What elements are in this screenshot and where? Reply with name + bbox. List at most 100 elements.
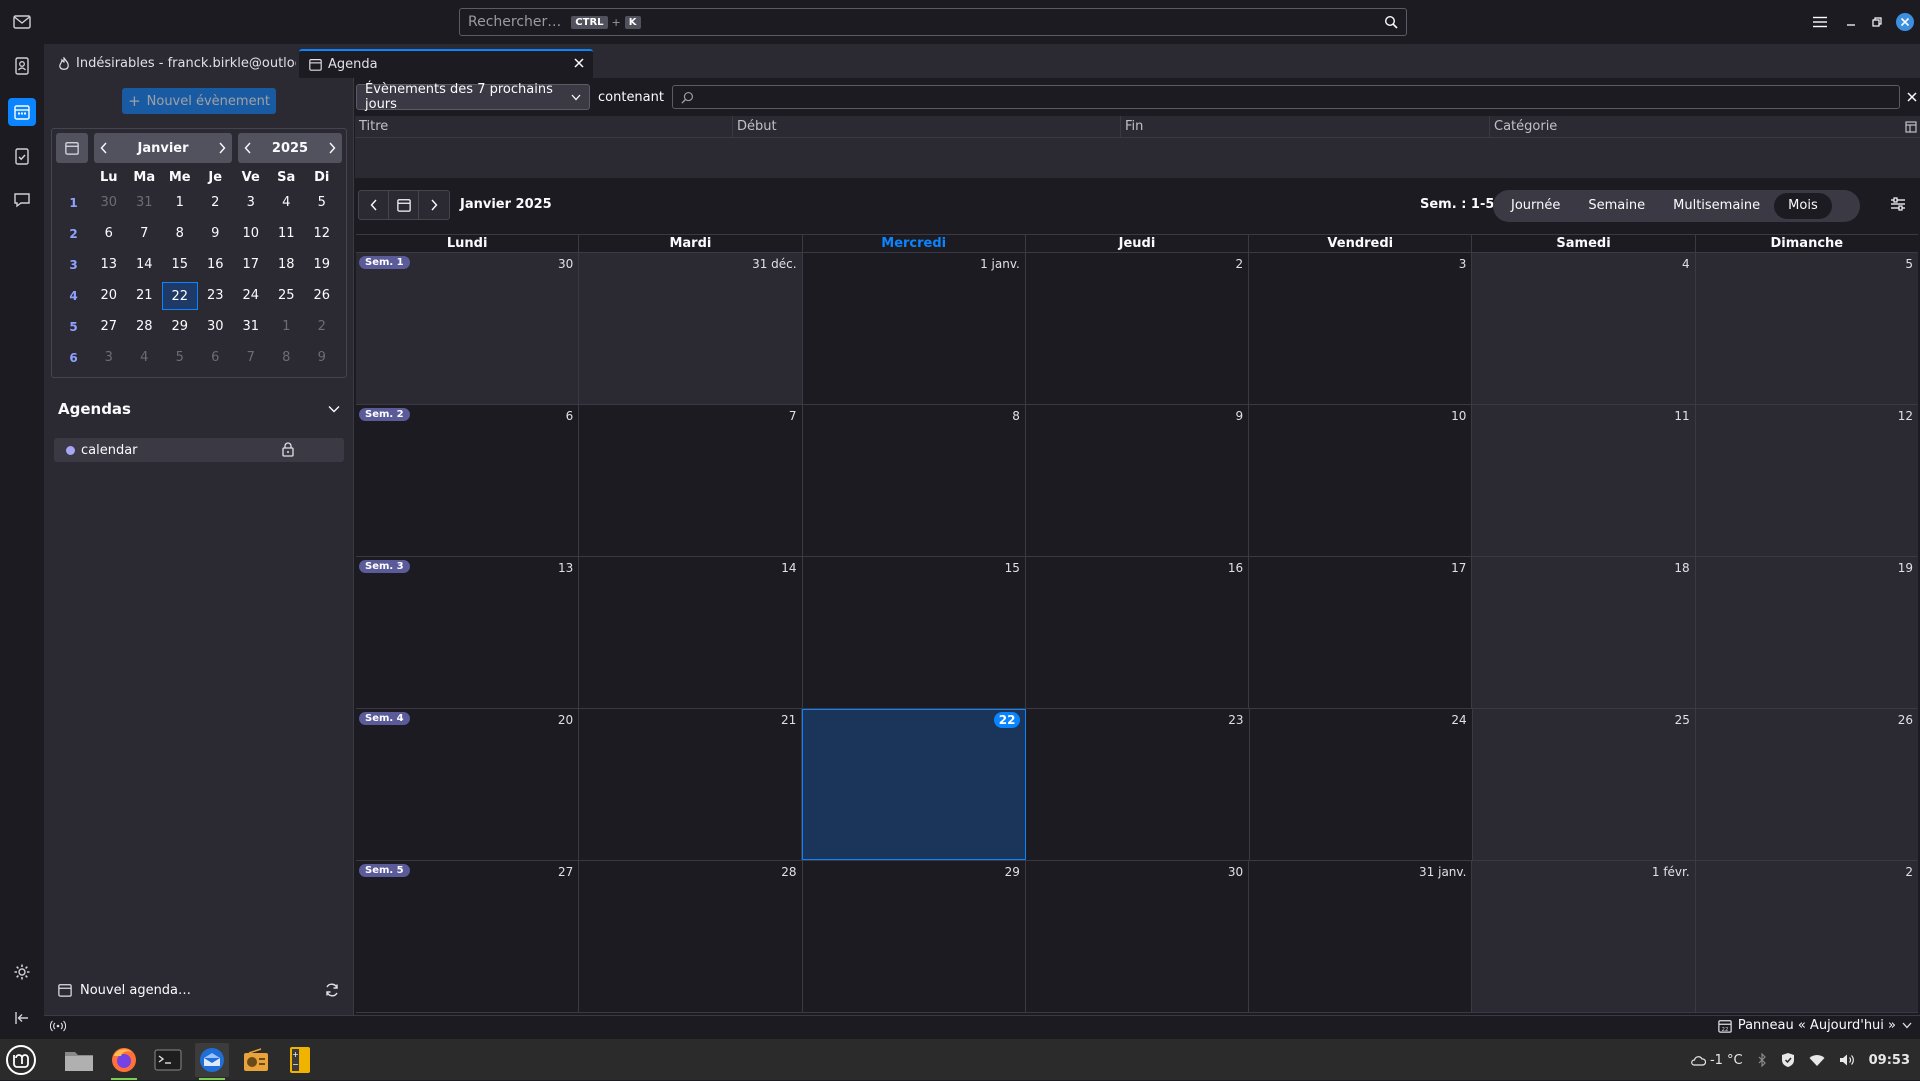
month-day-cell[interactable]: 17 xyxy=(1249,557,1473,708)
restore-icon[interactable] xyxy=(1864,17,1890,27)
mini-day[interactable]: 10 xyxy=(233,220,269,248)
mint-menu-icon[interactable] xyxy=(4,1043,38,1077)
mini-week-number[interactable]: 6 xyxy=(56,344,91,372)
shield-icon[interactable] xyxy=(1781,1052,1795,1068)
mini-day[interactable]: 9 xyxy=(198,220,234,248)
calendar-space-icon[interactable] xyxy=(8,98,36,126)
new-agenda-button[interactable]: Nouvel agenda… xyxy=(58,983,191,998)
month-day-cell[interactable]: 26 xyxy=(1695,709,1918,860)
collapse-spaces-icon[interactable] xyxy=(8,1004,36,1032)
agendas-section-header[interactable]: Agendas xyxy=(58,400,340,418)
event-range-select[interactable]: Évènements des 7 prochains jours xyxy=(356,82,590,112)
month-day-cell[interactable]: 2 xyxy=(1025,253,1250,404)
month-day-cell[interactable]: Sem. 5 27 xyxy=(356,861,580,1012)
global-search-input[interactable]: Rechercher… CTRL + K xyxy=(459,8,1407,36)
week-number-badge[interactable]: Sem. 4 xyxy=(359,712,410,725)
mini-day[interactable]: 31 xyxy=(233,313,269,341)
view-settings-icon[interactable] xyxy=(1890,197,1906,211)
month-day-cell[interactable]: 16 xyxy=(1025,557,1250,708)
mini-day[interactable]: 1 xyxy=(162,189,198,217)
mini-day[interactable]: 9 xyxy=(304,344,340,372)
calculator-icon[interactable]: + − xyxy=(283,1043,317,1077)
next-month-icon[interactable] xyxy=(218,142,226,154)
mini-day[interactable]: 11 xyxy=(269,220,305,248)
mini-day[interactable]: 19 xyxy=(304,251,340,279)
today-button[interactable] xyxy=(389,191,419,219)
chat-icon[interactable] xyxy=(8,186,36,214)
month-day-cell[interactable]: 5 xyxy=(1695,253,1918,404)
wifi-icon[interactable] xyxy=(1809,1054,1825,1067)
prev-month-icon[interactable] xyxy=(100,142,108,154)
month-day-cell[interactable]: 7 xyxy=(579,405,803,556)
mini-week-number[interactable]: 3 xyxy=(56,251,91,279)
mini-day[interactable]: 12 xyxy=(304,220,340,248)
week-number-badge[interactable]: Sem. 2 xyxy=(359,408,410,421)
mini-week-number[interactable]: 4 xyxy=(56,282,91,310)
column-header-end[interactable]: Fin xyxy=(1121,115,1490,138)
month-day-cell[interactable]: 21 xyxy=(579,709,803,860)
view-tab-month[interactable]: Mois xyxy=(1774,193,1832,219)
mini-day[interactable]: 4 xyxy=(269,189,305,217)
calendar-list-item[interactable]: calendar xyxy=(54,438,344,462)
month-day-cell[interactable]: Sem. 4 20 xyxy=(356,709,580,860)
mini-day[interactable]: 18 xyxy=(269,251,305,279)
month-day-cell[interactable]: Sem. 1 30 xyxy=(356,253,580,404)
chevron-down-icon[interactable] xyxy=(328,405,340,413)
month-day-cell[interactable]: 14 xyxy=(579,557,803,708)
view-tab-day[interactable]: Journée xyxy=(1497,193,1574,219)
month-day-cell-today[interactable]: 22 xyxy=(802,709,1027,860)
volume-icon[interactable] xyxy=(1839,1053,1855,1067)
month-day-cell[interactable]: 8 xyxy=(802,405,1026,556)
firefox-icon[interactable] xyxy=(107,1043,141,1080)
mini-day[interactable]: 7 xyxy=(127,220,163,248)
month-day-cell[interactable]: 3 xyxy=(1249,253,1473,404)
mini-day[interactable]: 3 xyxy=(233,189,269,217)
month-day-cell[interactable]: 30 xyxy=(1025,861,1250,1012)
mini-day[interactable]: 27 xyxy=(91,313,127,341)
radio-app-icon[interactable] xyxy=(239,1043,273,1077)
mini-day[interactable]: 30 xyxy=(91,189,127,217)
event-search-input[interactable] xyxy=(671,85,1900,109)
minimize-icon[interactable] xyxy=(1838,17,1864,27)
month-day-cell[interactable]: 31 janv. xyxy=(1249,861,1473,1012)
close-tab-icon[interactable] xyxy=(573,57,585,69)
month-day-cell[interactable]: 25 xyxy=(1472,709,1696,860)
address-book-icon[interactable] xyxy=(8,52,36,80)
month-day-cell[interactable]: 24 xyxy=(1249,709,1473,860)
previous-month-button[interactable] xyxy=(359,191,389,219)
month-day-cell[interactable]: 19 xyxy=(1695,557,1918,708)
mini-day[interactable]: 6 xyxy=(91,220,127,248)
mini-day[interactable]: 25 xyxy=(269,282,305,310)
week-number-badge[interactable]: Sem. 5 xyxy=(359,864,410,877)
month-day-cell[interactable]: 1 janv. xyxy=(802,253,1026,404)
mini-day[interactable]: 14 xyxy=(127,251,163,279)
month-day-cell[interactable]: 10 xyxy=(1249,405,1473,556)
month-day-cell[interactable]: 29 xyxy=(802,861,1026,1012)
mini-day[interactable]: 8 xyxy=(269,344,305,372)
file-manager-icon[interactable] xyxy=(62,1043,96,1077)
tab-junk-mail[interactable]: Indésirables - franck.birkle@outlook.fr xyxy=(48,49,296,78)
month-day-cell[interactable]: Sem. 3 13 xyxy=(356,557,580,708)
month-day-cell[interactable]: 2 xyxy=(1695,861,1918,1012)
prev-year-icon[interactable] xyxy=(244,142,252,154)
month-day-cell[interactable]: 11 xyxy=(1472,405,1696,556)
mini-day[interactable]: 8 xyxy=(162,220,198,248)
week-number-badge[interactable]: Sem. 3 xyxy=(359,560,410,573)
today-pane-toggle[interactable]: 22 Panneau « Aujourd'hui » xyxy=(1718,1018,1912,1033)
mini-day[interactable]: 29 xyxy=(162,313,198,341)
mini-day[interactable]: 15 xyxy=(162,251,198,279)
mini-day[interactable]: 24 xyxy=(233,282,269,310)
mini-day[interactable]: 2 xyxy=(198,189,234,217)
mini-day[interactable]: 1 xyxy=(269,313,305,341)
view-tab-week[interactable]: Semaine xyxy=(1574,193,1659,219)
view-tab-multiweek[interactable]: Multisemaine xyxy=(1659,193,1774,219)
temperature[interactable]: -1 °C xyxy=(1710,1053,1743,1068)
search-icon[interactable] xyxy=(1384,15,1398,29)
lock-icon[interactable] xyxy=(282,442,294,457)
mini-day[interactable]: 28 xyxy=(127,313,163,341)
month-day-cell[interactable]: 31 déc. xyxy=(579,253,803,404)
settings-gear-icon[interactable] xyxy=(8,958,36,986)
app-menu-icon[interactable] xyxy=(1802,16,1838,28)
mini-day[interactable]: 26 xyxy=(304,282,340,310)
mini-day[interactable]: 16 xyxy=(198,251,234,279)
